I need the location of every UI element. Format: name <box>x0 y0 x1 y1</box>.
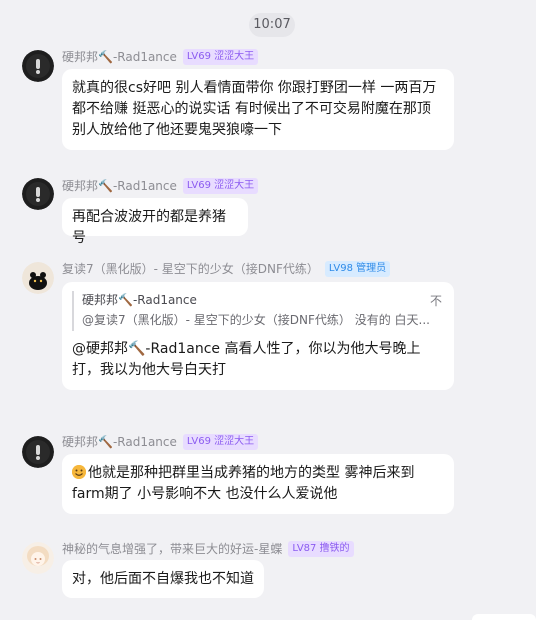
avatar[interactable] <box>22 50 54 82</box>
avatar[interactable] <box>22 436 54 468</box>
message-text: 再配合波波开的都是养猪号 <box>72 209 226 246</box>
level-badge: LV69 涩涩大王 <box>182 48 259 65</box>
sender-row: 复读7（黑化版）- 星空下的少女（接DNF代练） LV98 管理员 <box>62 260 391 277</box>
quoted-text: @复读7（黑化版）- 星空下的少女（接DNF代练） 没有的 白天... <box>82 313 430 327</box>
sender-name[interactable]: 硬邦邦🔨-Rad1ance <box>62 48 177 65</box>
message-text: @硬邦邦🔨-Rad1ance 高看人性了，你以为他大号晚上打，我以为他大号白天打 <box>72 341 421 378</box>
quoted-tag: 不 <box>429 294 442 308</box>
sender-name[interactable]: 硬邦邦🔨-Rad1ance <box>62 177 177 194</box>
sender-name[interactable]: 硬邦邦🔨-Rad1ance <box>62 433 177 450</box>
sender-row: 硬邦邦🔨-Rad1ance LV69 涩涩大王 <box>62 177 259 194</box>
sender-row: 硬邦邦🔨-Rad1ance LV69 涩涩大王 <box>62 48 259 65</box>
quoted-sender: 硬邦邦🔨-Rad1ance <box>82 293 197 307</box>
message-bubble[interactable]: 就真的很cs好吧 别人看情面带你 你跟打野团一样 一两百万都不给赚 挺恶心的说实… <box>62 69 454 150</box>
message-text: 他就是那种把群里当成养猪的地方的类型 雾神后来到farm期了 小号影响不大 也没… <box>72 465 415 502</box>
sender-name[interactable]: 神秘的气息增强了，带来巨大的好运-星蝶 <box>62 540 282 557</box>
message-bubble[interactable]: 再配合波波开的都是养猪号 <box>62 198 248 246</box>
avatar[interactable] <box>22 262 54 294</box>
message-bubble[interactable]: 硬邦邦🔨-Rad1ance @复读7（黑化版）- 星空下的少女（接DNF代练） … <box>62 282 454 390</box>
message-text: 对，他后面不自爆我也不知道 <box>72 571 254 587</box>
level-badge: LV98 管理员 <box>324 260 391 277</box>
quoted-message[interactable]: 硬邦邦🔨-Rad1ance @复读7（黑化版）- 星空下的少女（接DNF代练） … <box>72 291 444 331</box>
message-bubble[interactable]: 对，他后面不自爆我也不知道 <box>62 560 264 598</box>
sender-row: 硬邦邦🔨-Rad1ance LV69 涩涩大王 <box>62 433 259 450</box>
grinning-emoji-icon <box>72 465 86 479</box>
sender-row: 神秘的气息增强了，带来巨大的好运-星蝶 LV87 撸铁的 <box>62 540 354 557</box>
message-text: 就真的很cs好吧 别人看情面带你 你跟打野团一样 一两百万都不给赚 挺恶心的说实… <box>72 80 437 138</box>
timestamp-pill: 10:07 <box>249 13 295 37</box>
level-badge: LV69 涩涩大王 <box>182 433 259 450</box>
level-badge: LV69 涩涩大王 <box>182 177 259 194</box>
message-bubble[interactable]: 他就是那种把群里当成养猪的地方的类型 雾神后来到farm期了 小号影响不大 也没… <box>62 454 454 514</box>
avatar[interactable] <box>22 178 54 210</box>
avatar[interactable] <box>22 542 54 574</box>
level-badge: LV87 撸铁的 <box>288 540 354 557</box>
timestamp-text: 10:07 <box>253 17 291 32</box>
scroll-anchor <box>472 614 536 620</box>
sender-name[interactable]: 复读7（黑化版）- 星空下的少女（接DNF代练） <box>62 260 319 277</box>
